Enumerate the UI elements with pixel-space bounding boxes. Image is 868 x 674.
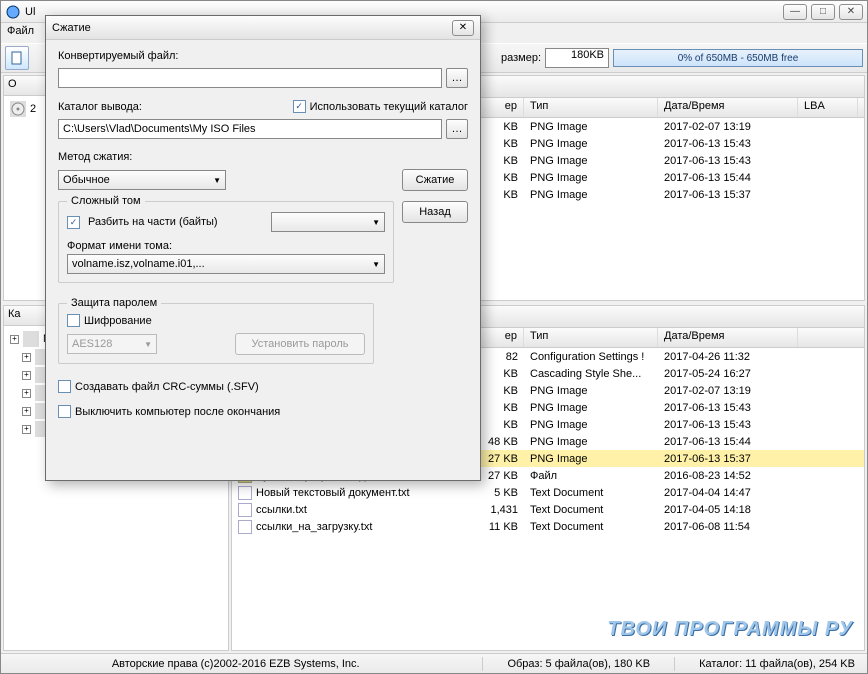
use-current-label: Использовать текущий каталог: [310, 101, 468, 113]
encrypt-checkbox[interactable]: [67, 314, 80, 327]
file-label: Конвертируемый файл:: [58, 50, 468, 62]
file-icon: [238, 520, 252, 534]
method-label: Метод сжатия:: [58, 151, 468, 163]
set-password-button: Установить пароль: [235, 333, 365, 355]
progress-bar: 0% of 650MB - 650MB free: [613, 49, 863, 67]
file-browse-button[interactable]: …: [446, 68, 468, 88]
col-type[interactable]: Тип: [524, 98, 658, 117]
volname-label: Формат имени тома:: [67, 240, 172, 252]
status-catalog: Каталог: 11 файла(ов), 254 KB: [699, 658, 855, 670]
shutdown-label: Выключить компьютер после окончания: [75, 406, 280, 418]
expand-icon[interactable]: +: [22, 407, 31, 416]
shutdown-checkbox[interactable]: [58, 405, 71, 418]
col-type[interactable]: Тип: [524, 328, 658, 347]
volume-group: Сложный том ✓ Разбить на части (байты) ▼…: [58, 201, 394, 283]
size-label: размер:: [501, 52, 541, 64]
split-checkbox[interactable]: ✓: [67, 216, 80, 229]
compress-button[interactable]: Сжатие: [402, 169, 468, 191]
expand-icon[interactable]: +: [22, 353, 31, 362]
compress-dialog: Сжатие ✕ Конвертируемый файл: … Каталог …: [45, 15, 481, 481]
maximize-button[interactable]: □: [811, 4, 835, 20]
dialog-titlebar: Сжатие ✕: [46, 16, 480, 40]
encrypt-label: Шифрование: [84, 315, 152, 327]
status-image: Образ: 5 файла(ов), 180 KB: [507, 658, 650, 670]
method-select[interactable]: Обычное▼: [58, 170, 226, 190]
encrypt-method-select: AES128▼: [67, 334, 157, 354]
watermark: ТВОИ ПРОГРАММЫ РУ: [607, 618, 853, 641]
menu-file[interactable]: Файл: [7, 25, 34, 37]
statusbar: Авторские права (c)2002-2016 EZB Systems…: [1, 653, 867, 673]
password-group-title: Защита паролем: [67, 297, 161, 309]
output-browse-button[interactable]: …: [446, 119, 468, 139]
close-button[interactable]: ✕: [839, 4, 863, 20]
crc-checkbox[interactable]: [58, 380, 71, 393]
expand-icon[interactable]: +: [22, 425, 31, 434]
output-label: Каталог вывода:: [58, 101, 142, 113]
new-button[interactable]: [5, 46, 29, 70]
col-date[interactable]: Дата/Время: [658, 98, 798, 117]
split-size-select[interactable]: ▼: [271, 212, 385, 232]
dialog-close-button[interactable]: ✕: [452, 20, 474, 36]
table-row[interactable]: Новый текстовый документ.txt5 KBText Doc…: [232, 484, 864, 501]
password-group: Защита паролем Шифрование AES128▼ Устано…: [58, 303, 374, 364]
disc-icon: [10, 101, 26, 117]
crc-label: Создавать файл CRC-суммы (.SFV): [75, 381, 259, 393]
col-date[interactable]: Дата/Время: [658, 328, 798, 347]
output-input[interactable]: [58, 119, 442, 139]
table-row[interactable]: ссылки_на_загрузку.txt11 KBText Document…: [232, 518, 864, 535]
file-icon: [238, 503, 252, 517]
table-row[interactable]: ссылки.txt1,431Text Document2017-04-05 1…: [232, 501, 864, 518]
expand-icon[interactable]: +: [22, 371, 31, 380]
use-current-checkbox[interactable]: ✓: [293, 100, 306, 113]
app-icon: [5, 4, 21, 20]
minimize-button[interactable]: —: [783, 4, 807, 20]
folder-icon: [23, 331, 39, 347]
file-input[interactable]: [58, 68, 442, 88]
expand-icon[interactable]: +: [22, 389, 31, 398]
back-button[interactable]: Назад: [402, 201, 468, 223]
volname-select[interactable]: volname.isz,volname.i01,...▼: [67, 254, 385, 274]
col-lba[interactable]: LBA: [798, 98, 858, 117]
size-select[interactable]: 180KB: [545, 48, 609, 68]
status-copyright: Авторские права (c)2002-2016 EZB Systems…: [13, 658, 458, 670]
split-label: Разбить на части (байты): [88, 216, 218, 228]
volume-group-title: Сложный том: [67, 195, 145, 207]
expand-icon[interactable]: +: [10, 335, 19, 344]
dialog-title: Сжатие: [52, 22, 452, 34]
file-icon: [238, 486, 252, 500]
